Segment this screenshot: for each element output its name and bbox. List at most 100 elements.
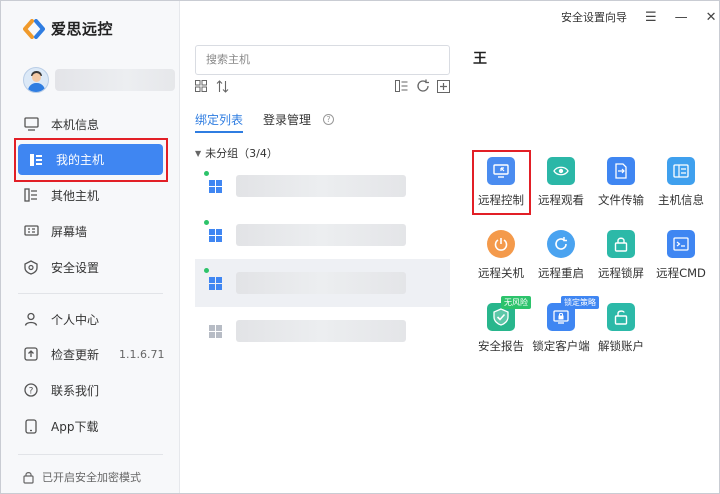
function-label: 远程重启 [538,266,584,280]
other-hosts-icon [23,187,39,203]
tab-bind-list[interactable]: 绑定列表 [195,111,244,133]
minimize-button[interactable]: — [675,10,688,25]
windows-icon [209,276,222,290]
eye-icon [547,157,575,185]
menu-button[interactable]: ☰ [645,10,657,25]
function-remote-control[interactable]: 远程控制 [471,157,531,208]
host-list-item[interactable] [195,211,450,259]
sidebar-item-local-info[interactable]: 本机信息 [23,114,99,134]
function-power[interactable]: 远程关机 [471,230,531,281]
monitor-icon [23,116,39,132]
tab-login-manage[interactable]: 登录管理 [263,111,311,128]
power-icon [487,230,515,258]
lock-client-icon: 锁定策略 [547,296,599,331]
sidebar: 爱思远控 本机信息 我的主机 其他主机 屏幕墙 安全设置 个人中心 检查更新 1… [1,1,180,493]
user-icon [23,311,39,327]
function-label: 远程观看 [538,193,584,207]
function-label: 远程锁屏 [598,266,644,280]
search-input[interactable]: 搜索主机 [195,45,450,75]
windows-icon [209,179,222,193]
user-profile[interactable] [23,67,175,93]
status-badge: 无风险 [501,296,531,309]
caret-down-icon: ▼ [195,148,202,158]
version-number: 1.1.6.71 [119,348,165,361]
host-name-redacted [236,224,406,246]
sidebar-item-label: 安全设置 [51,260,100,275]
function-host-info[interactable]: 主机信息 [651,157,711,208]
host-info-icon [667,157,695,185]
remote-control-icon [487,157,515,185]
function-lock-client[interactable]: 锁定策略锁定客户端 [531,296,599,354]
function-cmd[interactable]: 远程CMD [651,230,711,281]
app-name: 爱思远控 [51,20,114,38]
host-name-redacted [236,272,406,294]
function-label: 远程关机 [478,266,524,280]
sidebar-item-contact[interactable]: ? 联系我们 [23,380,99,400]
host-name-redacted [236,175,406,197]
function-lock[interactable]: 远程锁屏 [591,230,651,281]
host-name-redacted [236,320,406,342]
online-indicator [204,171,209,176]
avatar[interactable] [23,67,49,93]
sidebar-item-label: 联系我们 [51,383,100,398]
function-eye[interactable]: 远程观看 [531,157,591,208]
online-indicator [204,268,209,273]
function-label: 解锁账户 [598,339,644,353]
add-host-icon[interactable] [437,80,450,97]
phone-icon [23,418,39,434]
function-label: 主机信息 [658,193,704,207]
online-indicator [204,220,209,225]
host-tabs: 绑定列表 登录管理 ? [195,111,335,133]
sidebar-item-personal[interactable]: 个人中心 [23,309,99,329]
windows-icon [209,324,222,338]
unlock-account-icon [607,303,635,331]
sidebar-item-screen-wall[interactable]: 屏幕墙 [23,221,87,241]
username-redacted [55,69,175,91]
function-label: 安全报告 [478,339,524,353]
sidebar-item-label: 屏幕墙 [51,224,88,239]
sort-icon[interactable] [216,80,229,97]
function-file-transfer[interactable]: 文件传输 [591,157,651,208]
function-restart[interactable]: 远程重启 [531,230,591,281]
lock-icon [23,471,34,484]
host-list-item-offline[interactable] [195,307,450,355]
grid-view-icon[interactable] [195,80,207,96]
sidebar-item-label: 本机信息 [51,117,100,132]
security-guide-link[interactable]: 安全设置向导 [561,9,627,25]
help-icon[interactable]: ? [323,114,335,125]
sidebar-item-security[interactable]: 安全设置 [23,257,99,277]
app-logo: 爱思远控 [23,18,113,39]
sidebar-item-label: 其他主机 [51,188,100,203]
close-button[interactable]: ✕ [706,10,717,25]
update-icon [23,346,39,362]
screen-wall-icon [23,223,39,239]
sidebar-item-label: 个人中心 [51,312,100,327]
function-security-report[interactable]: 无风险安全报告 [471,296,531,354]
logo-icon [23,18,45,39]
title-bar: 安全设置向导 ☰ — ✕ [561,9,717,25]
function-unlock-account[interactable]: 解锁账户 [591,303,651,354]
encryption-status-text: 已开启安全加密模式 [42,471,141,484]
group-label: 未分组（3/4） [205,147,278,160]
refresh-icon[interactable] [416,79,430,97]
shield-icon [23,259,39,275]
function-label: 远程CMD [656,266,706,280]
function-label: 远程控制 [478,193,524,207]
question-icon: ? [23,382,39,398]
svg-text:?: ? [29,387,34,397]
list-view-icon[interactable] [395,80,408,96]
sidebar-item-label: App下载 [51,419,99,434]
security-report-icon: 无风险 [487,296,531,331]
sidebar-item-check-update[interactable]: 检查更新 [23,344,99,364]
sidebar-divider [18,454,163,455]
lock-icon [607,230,635,258]
sidebar-divider [18,293,163,294]
file-transfer-icon [607,157,635,185]
host-list-item-selected[interactable] [195,259,450,307]
group-header[interactable]: ▼ 未分组（3/4） [195,145,278,161]
function-label: 锁定客户端 [532,339,590,353]
sidebar-item-app-download[interactable]: App下载 [23,416,98,436]
sidebar-item-other-hosts[interactable]: 其他主机 [23,185,99,205]
cmd-icon [667,230,695,258]
host-list-item[interactable] [195,162,450,210]
